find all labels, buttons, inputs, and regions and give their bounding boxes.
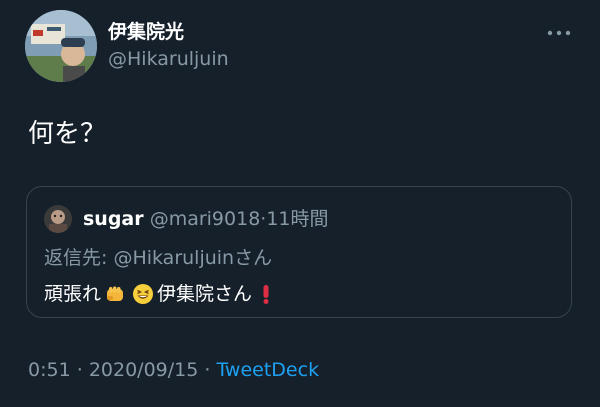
quoted-tweet-text: 頑張れ 伊集院さん: [44, 282, 280, 306]
tweet-source-link[interactable]: TweetDeck: [216, 359, 319, 381]
author-handle[interactable]: @Hikaruljuin: [108, 47, 229, 71]
quoted-tweet-card[interactable]: sugar @mari9018·11時間 返信先: @Hikaruljuinさん…: [26, 186, 572, 318]
meta-separator: ·: [204, 359, 211, 381]
tweet-time: 0:51: [28, 359, 71, 381]
quoted-author-name[interactable]: sugar: [83, 208, 144, 230]
tweet-meta: 0:51 · 2020/09/15 · TweetDeck: [28, 358, 319, 382]
more-horizontal-icon: [547, 30, 571, 36]
meta-separator: ·: [76, 359, 83, 381]
red-exclamation-mark-icon: [255, 283, 277, 305]
author-avatar[interactable]: [25, 10, 97, 82]
quoted-text-before: 頑張れ: [44, 283, 102, 305]
quoted-profile-photo: [44, 205, 72, 233]
quoted-author-avatar[interactable]: [44, 205, 72, 233]
more-options-button[interactable]: [543, 23, 575, 43]
author-name[interactable]: 伊集院光: [108, 20, 184, 44]
quoted-author-handle[interactable]: @mari9018: [150, 208, 261, 230]
quoted-reply-to: 返信先: @Hikaruljuinさん: [44, 247, 273, 269]
profile-photo: [25, 10, 97, 82]
quoted-text-after: 伊集院さん: [157, 283, 253, 305]
tweet-text: 何を？: [28, 119, 107, 149]
quoted-tweet-time[interactable]: 11時間: [266, 208, 328, 230]
quoted-tweet-header: sugar @mari9018·11時間: [83, 207, 329, 231]
grinning-squinting-face-icon: [132, 283, 154, 305]
tweet-date: 2020/09/15: [88, 359, 199, 381]
oncoming-fist-icon: [104, 283, 126, 305]
